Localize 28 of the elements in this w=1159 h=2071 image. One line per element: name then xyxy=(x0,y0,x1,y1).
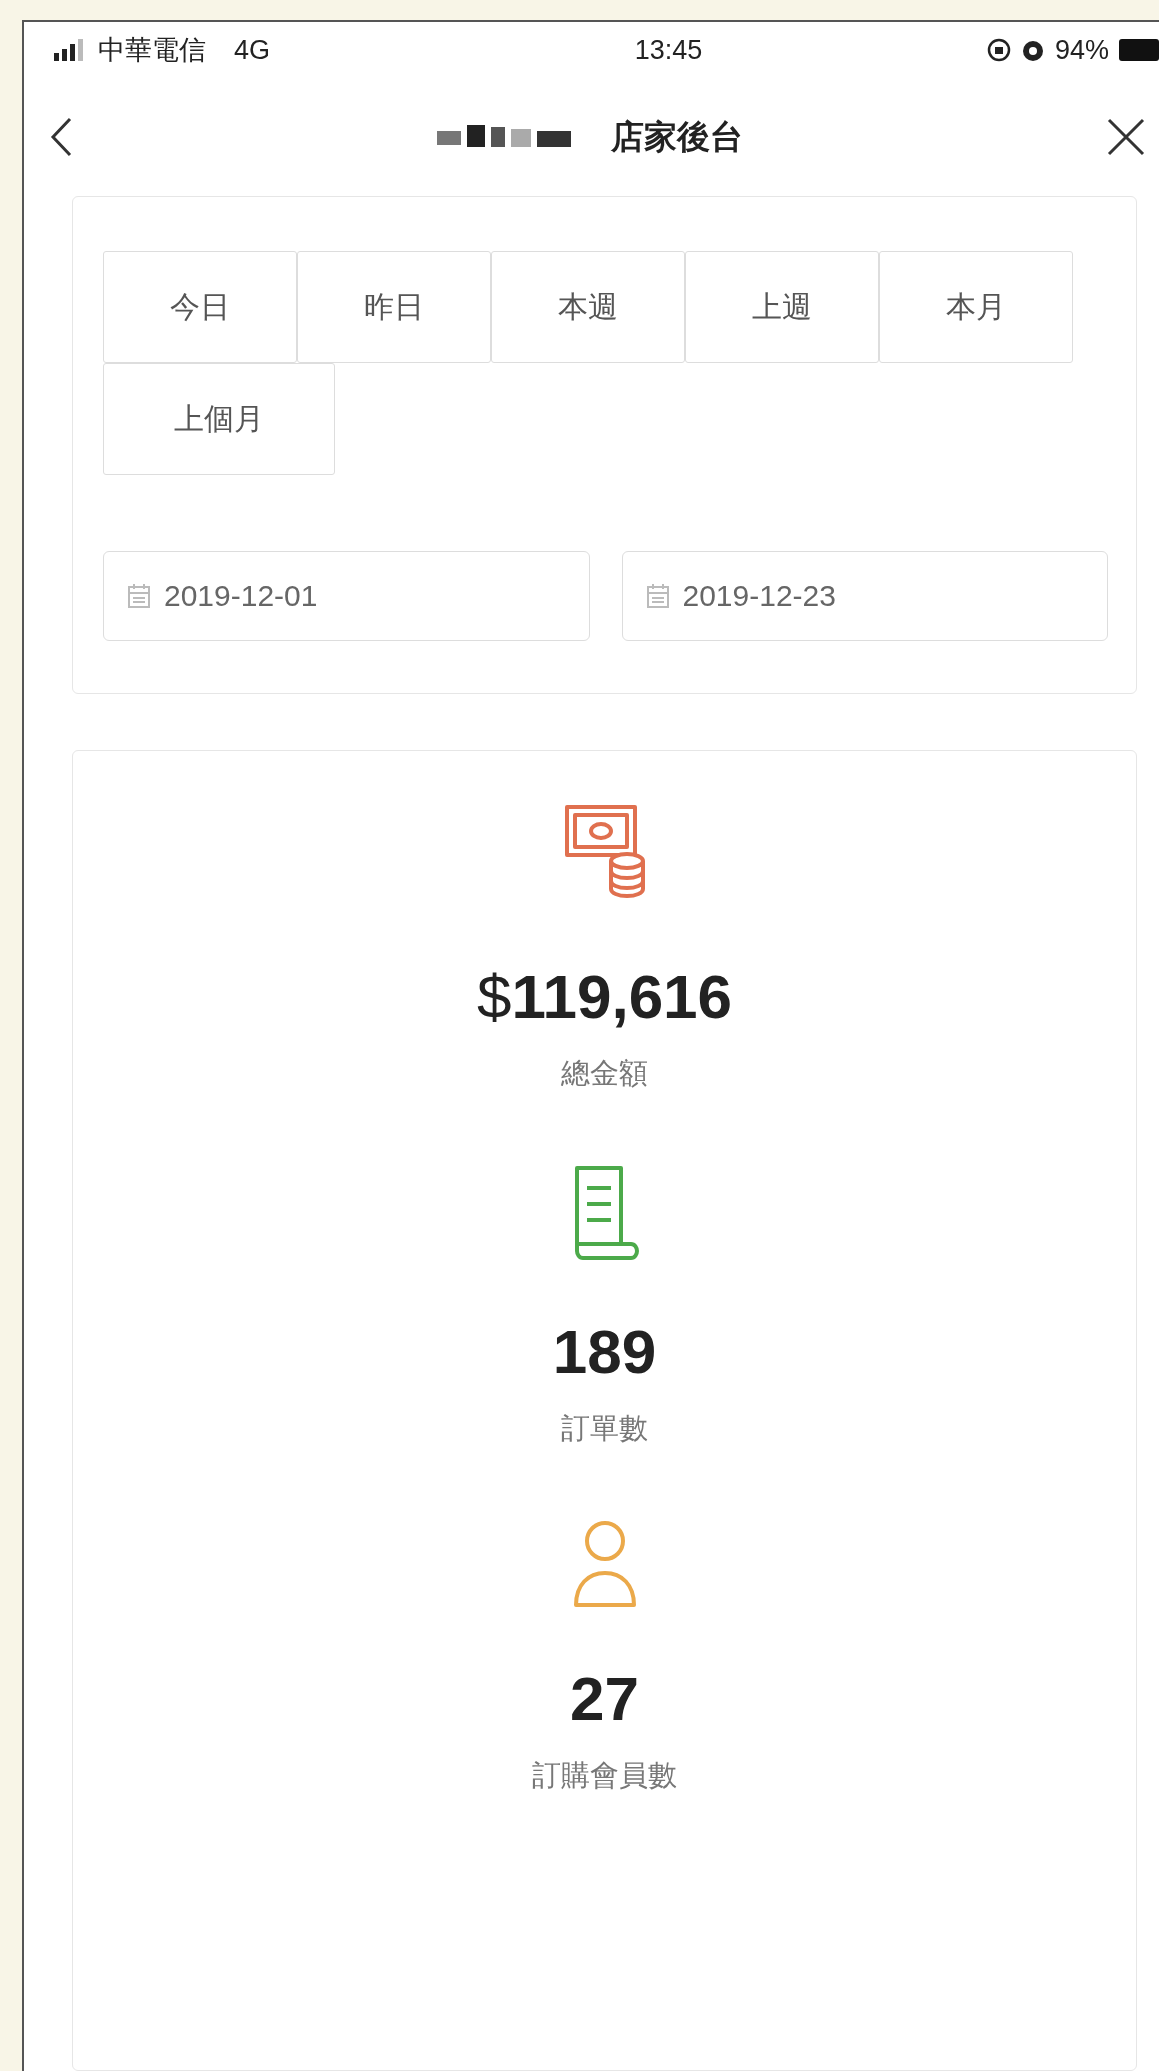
date-field[interactable]: 2019-12-23 xyxy=(621,551,1108,641)
stat-label: 總金額 xyxy=(561,1056,648,1091)
calendar-icon xyxy=(646,584,669,608)
battery-icon xyxy=(1119,39,1159,61)
back-icon[interactable] xyxy=(50,117,72,157)
date-field[interactable]: 2019-12-01 xyxy=(103,551,590,641)
range-tab[interactable]: 本週 xyxy=(491,251,685,363)
rotation-lock-icon xyxy=(986,38,1011,62)
calendar-icon xyxy=(128,584,150,608)
stat-label: 訂單數 xyxy=(561,1411,648,1446)
range-tab[interactable]: 上週 xyxy=(685,251,879,363)
carrier-name: 中華電信 xyxy=(98,34,206,67)
date-value: 2019-12-23 xyxy=(682,579,836,613)
stat-value: 27 xyxy=(570,1663,639,1734)
range-tab[interactable]: 上個月 xyxy=(103,363,335,475)
range-tab[interactable]: 本月 xyxy=(879,251,1073,363)
page-title: 店家後台 xyxy=(610,116,743,157)
date-value: 2019-12-01 xyxy=(164,579,318,613)
close-icon[interactable] xyxy=(1107,118,1145,156)
clock-time: 13:45 xyxy=(634,34,703,66)
battery-percent: 94% xyxy=(1054,34,1109,66)
range-tab[interactable]: 昨日 xyxy=(297,251,491,363)
alarm-clock-icon xyxy=(1020,38,1045,62)
network-type: 4G xyxy=(234,34,271,66)
stat-label: 訂購會員數 xyxy=(532,1758,677,1793)
stat-value: 189 xyxy=(552,1316,657,1387)
stat-value: $119,616 xyxy=(476,961,733,1032)
range-tab[interactable]: 今日 xyxy=(103,251,297,363)
